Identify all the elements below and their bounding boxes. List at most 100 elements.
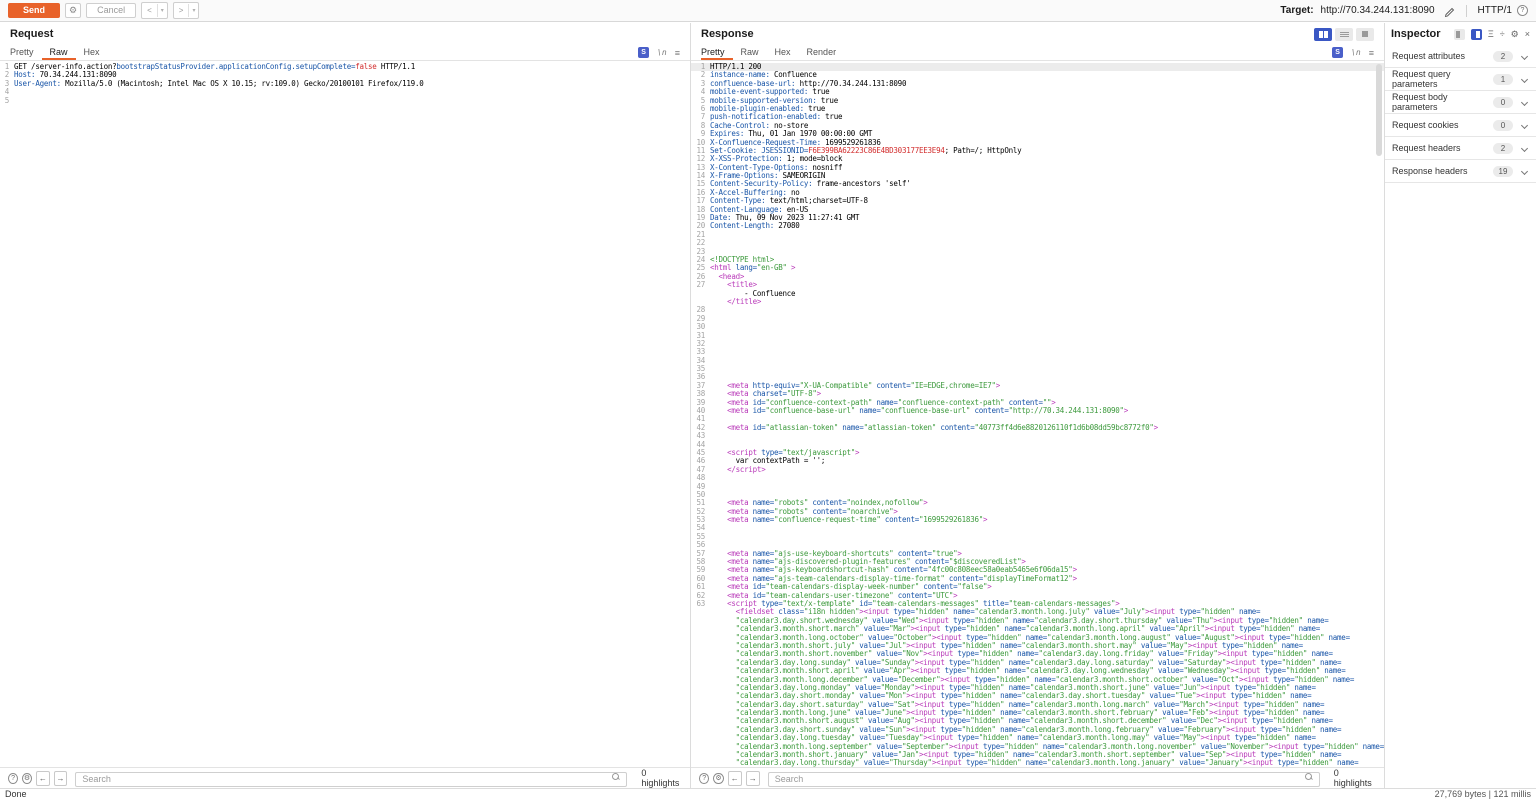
inspector-section-label: Request body parameters bbox=[1392, 92, 1493, 112]
prev-icon: < bbox=[142, 4, 158, 17]
inspector-section-request-body-parameters[interactable]: Request body parameters0 bbox=[1385, 91, 1536, 114]
line-number bbox=[691, 709, 705, 717]
chevron-down-icon bbox=[1521, 167, 1528, 174]
line-number bbox=[691, 290, 705, 298]
inspector-close-icon[interactable]: × bbox=[1525, 29, 1530, 40]
code-line: 34 bbox=[691, 357, 1384, 365]
code-line: 33 bbox=[691, 348, 1384, 356]
inspector-settings-icon[interactable]: ⚙ bbox=[1511, 29, 1519, 40]
chevron-down-icon bbox=[1521, 144, 1528, 151]
nonprintable-chars-icon[interactable]: \n bbox=[657, 48, 667, 57]
code-line: 46 var contextPath = ''; bbox=[691, 457, 1384, 465]
line-number bbox=[691, 676, 705, 684]
status-text: Done bbox=[5, 789, 27, 799]
search-settings-icon[interactable]: ⚙ bbox=[22, 773, 32, 784]
search-next-button[interactable]: → bbox=[54, 771, 68, 786]
send-button[interactable]: Send bbox=[8, 3, 60, 18]
line-number bbox=[691, 743, 705, 751]
response-title-row: Response bbox=[691, 23, 1384, 45]
search-input[interactable] bbox=[75, 772, 627, 787]
magnifier-icon bbox=[612, 773, 619, 780]
inspector-panel: Inspector Ξ ÷ ⚙ × Request attributes2Req… bbox=[1385, 23, 1536, 788]
expand-all-icon[interactable]: ÷ bbox=[1500, 29, 1505, 40]
line-number: 27 bbox=[691, 281, 705, 289]
search-prev-button[interactable]: ← bbox=[728, 771, 742, 786]
inspector-section-request-cookies[interactable]: Request cookies0 bbox=[1385, 114, 1536, 137]
chevron-down-icon[interactable]: ▾ bbox=[189, 7, 198, 14]
code-line: "calendar3.day.long.thursday" value="Thu… bbox=[691, 759, 1384, 767]
help-icon[interactable]: ? bbox=[1517, 5, 1528, 16]
search-prev-button[interactable]: ← bbox=[36, 771, 50, 786]
tab-pretty[interactable]: Pretty bbox=[10, 47, 42, 60]
syntax-highlight-icon[interactable]: S bbox=[1332, 47, 1343, 58]
inspector-section-label: Request query parameters bbox=[1392, 69, 1493, 89]
tab-hex[interactable]: Hex bbox=[767, 47, 799, 60]
syntax-highlight-icon[interactable]: S bbox=[638, 47, 649, 58]
code-line: 23 bbox=[691, 248, 1384, 256]
tab-render[interactable]: Render bbox=[799, 47, 845, 60]
status-bar: Done 27,769 bytes | 121 millis bbox=[0, 788, 1536, 799]
line-number bbox=[691, 684, 705, 692]
line-number: 63 bbox=[691, 600, 705, 608]
inspector-section-request-headers[interactable]: Request headers2 bbox=[1385, 137, 1536, 160]
response-panel-title: Response bbox=[701, 28, 754, 40]
inspector-section-request-attributes[interactable]: Request attributes2 bbox=[1385, 45, 1536, 68]
code-line: 22 bbox=[691, 239, 1384, 247]
response-scrollbar[interactable] bbox=[1376, 64, 1382, 156]
layout-single-button[interactable] bbox=[1356, 28, 1374, 41]
search-settings-icon[interactable]: ⚙ bbox=[713, 773, 723, 784]
code-line: 25<html lang="en-GB" > bbox=[691, 264, 1384, 272]
search-box bbox=[75, 769, 627, 787]
magnifier-icon bbox=[1305, 773, 1312, 780]
request-panel-title: Request bbox=[10, 28, 53, 40]
send-settings-button[interactable]: ⚙ bbox=[65, 3, 81, 18]
request-editor[interactable]: 1GET /server-info.action?bootstrapStatus… bbox=[0, 61, 690, 767]
layout-columns-button[interactable] bbox=[1314, 28, 1332, 41]
chevron-down-icon bbox=[1521, 52, 1528, 59]
chevron-down-icon bbox=[1521, 98, 1528, 105]
code-line: 40 <meta id="confluence-base-url" name="… bbox=[691, 407, 1384, 415]
line-number bbox=[691, 726, 705, 734]
inspector-dock-right-icon[interactable] bbox=[1471, 29, 1482, 40]
http-version-selector[interactable]: HTTP/1 bbox=[1478, 5, 1512, 16]
nonprintable-chars-icon[interactable]: \n bbox=[1351, 48, 1361, 57]
code-line: - Confluence bbox=[691, 290, 1384, 298]
code-line: 55 bbox=[691, 533, 1384, 541]
search-input[interactable] bbox=[768, 772, 1320, 787]
collapse-all-icon[interactable]: Ξ bbox=[1488, 29, 1494, 40]
burp-repeater-window: Send ⚙ Cancel < ▾ > ▾ Target: http://70.… bbox=[0, 0, 1536, 799]
inspector-section-response-headers[interactable]: Response headers19 bbox=[1385, 160, 1536, 183]
editor-menu-icon[interactable]: ≡ bbox=[1369, 48, 1374, 58]
prev-request-button[interactable]: < ▾ bbox=[141, 2, 168, 19]
request-editor-icons: S \n ≡ bbox=[638, 47, 680, 60]
line-number bbox=[691, 692, 705, 700]
chevron-down-icon[interactable]: ▾ bbox=[158, 7, 167, 14]
code-line: 4 bbox=[0, 88, 690, 96]
response-editor-icons: S \n ≡ bbox=[1332, 47, 1374, 60]
inspector-section-request-query-parameters[interactable]: Request query parameters1 bbox=[1385, 68, 1536, 91]
editor-layout-toggles bbox=[1314, 28, 1374, 41]
layout-rows-button[interactable] bbox=[1335, 28, 1353, 41]
edit-target-icon[interactable] bbox=[1444, 5, 1455, 16]
line-number bbox=[691, 650, 705, 658]
code-line: 54 bbox=[691, 524, 1384, 532]
next-request-button[interactable]: > ▾ bbox=[173, 2, 200, 19]
search-box bbox=[768, 769, 1320, 787]
code-line: 20Content-Length: 27080 bbox=[691, 222, 1384, 230]
search-help-icon[interactable]: ? bbox=[8, 773, 18, 784]
request-panel: Request PrettyRawHex S \n ≡ 1GET /server… bbox=[0, 23, 691, 788]
repeater-toolbar: Send ⚙ Cancel < ▾ > ▾ Target: http://70.… bbox=[0, 0, 1536, 22]
tab-raw[interactable]: Raw bbox=[733, 47, 767, 60]
tab-hex[interactable]: Hex bbox=[76, 47, 108, 60]
cancel-button[interactable]: Cancel bbox=[86, 3, 136, 18]
search-help-icon[interactable]: ? bbox=[699, 773, 709, 784]
tab-pretty[interactable]: Pretty bbox=[701, 47, 733, 60]
search-next-button[interactable]: → bbox=[746, 771, 760, 786]
code-line: 35 bbox=[691, 365, 1384, 373]
editor-menu-icon[interactable]: ≡ bbox=[675, 48, 680, 58]
inspector-title: Inspector bbox=[1391, 28, 1441, 40]
response-editor[interactable]: 1HTTP/1.1 2002instance-name: Confluence3… bbox=[691, 61, 1384, 767]
line-number bbox=[691, 701, 705, 709]
tab-raw[interactable]: Raw bbox=[42, 47, 76, 60]
inspector-dock-left-icon[interactable] bbox=[1454, 29, 1465, 40]
